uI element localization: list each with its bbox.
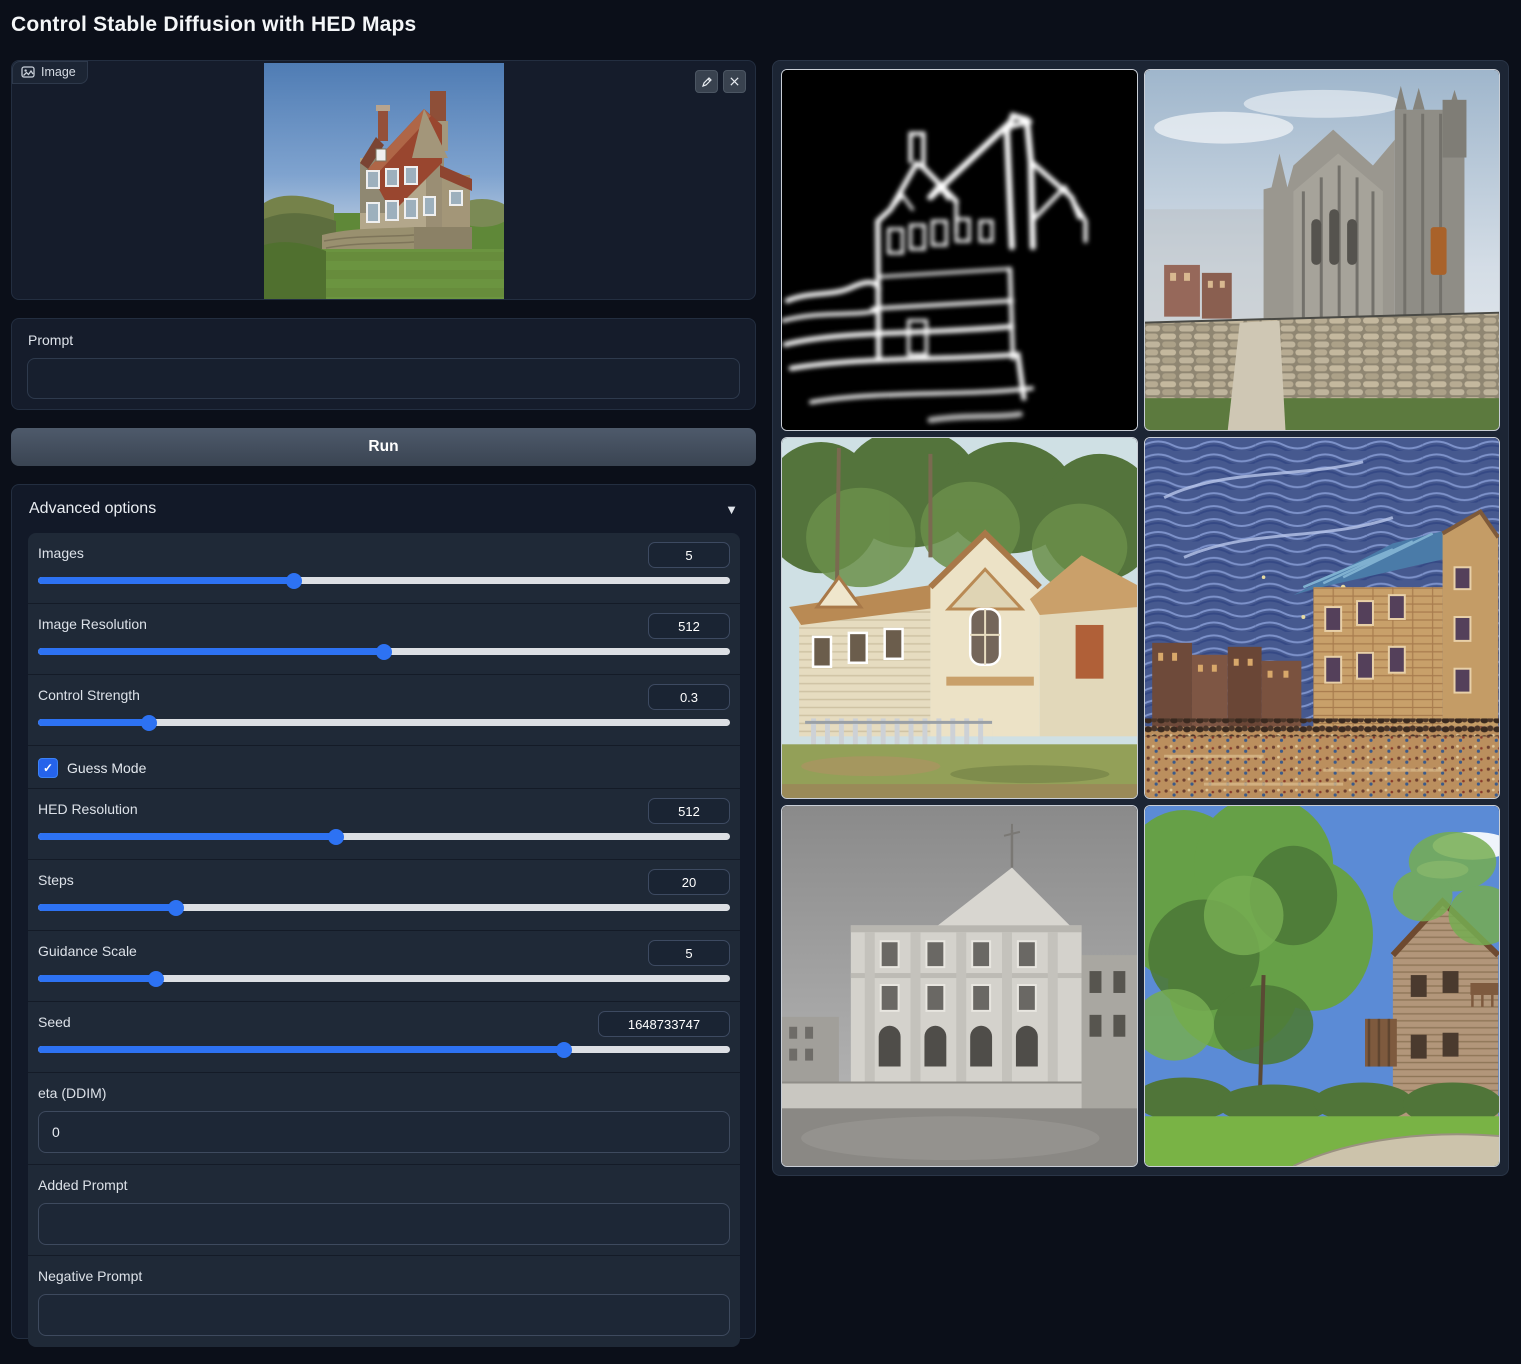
- steps-value-input[interactable]: 20: [648, 869, 730, 895]
- gallery-item-painterly[interactable]: [1144, 437, 1501, 799]
- stone-manor-photo: [264, 63, 504, 299]
- prompt-label: Prompt: [28, 332, 73, 348]
- steps-slider-row: Steps 20: [28, 859, 740, 930]
- control-strength-value-input[interactable]: 0.3: [648, 684, 730, 710]
- guidance-scale-label: Guidance Scale: [38, 943, 137, 959]
- guess-mode-checkbox[interactable]: ✓: [38, 758, 58, 778]
- run-button-label: Run: [368, 438, 398, 456]
- image-resolution-label: Image Resolution: [38, 616, 147, 632]
- seed-slider-row: Seed 1648733747: [28, 1001, 740, 1072]
- hed-resolution-slider-row: HED Resolution 512: [28, 788, 740, 859]
- images-slider-thumb[interactable]: [286, 573, 302, 589]
- image-icon: [21, 65, 35, 79]
- output-gallery: [772, 60, 1509, 1176]
- seed-slider[interactable]: [38, 1046, 730, 1053]
- run-button[interactable]: Run: [11, 428, 756, 466]
- image-input-block: Image: [11, 60, 756, 300]
- image-resolution-slider-thumb[interactable]: [376, 644, 392, 660]
- control-strength-slider-thumb[interactable]: [141, 715, 157, 731]
- seed-value-input[interactable]: 1648733747: [598, 1011, 730, 1037]
- eta-ddim-row: eta (DDIM) 0: [28, 1072, 740, 1164]
- page-title: Control Stable Diffusion with HED Maps: [11, 13, 416, 37]
- guidance-scale-slider-row: Guidance Scale 5: [28, 930, 740, 1001]
- check-icon: ✓: [43, 761, 53, 775]
- image-resolution-slider[interactable]: [38, 648, 730, 655]
- pencil-icon: [701, 76, 713, 88]
- guess-mode-label: Guess Mode: [67, 760, 146, 776]
- eta-ddim-label: eta (DDIM): [38, 1085, 106, 1101]
- negative-prompt-row: Negative Prompt: [28, 1255, 740, 1347]
- hed-map-image: [782, 70, 1137, 430]
- negative-prompt-input[interactable]: [38, 1294, 730, 1336]
- triangle-down-icon: ▼: [725, 502, 738, 517]
- guess-mode-row: ✓ Guess Mode: [28, 745, 740, 788]
- control-strength-label: Control Strength: [38, 687, 140, 703]
- added-prompt-label: Added Prompt: [38, 1177, 128, 1193]
- hed-resolution-value-input[interactable]: 512: [648, 798, 730, 824]
- image-input-label: Image: [41, 65, 76, 79]
- control-strength-slider[interactable]: [38, 719, 730, 726]
- guidance-scale-value-input[interactable]: 5: [648, 940, 730, 966]
- prompt-block: Prompt: [11, 318, 756, 410]
- negative-prompt-label: Negative Prompt: [38, 1268, 142, 1284]
- added-prompt-input[interactable]: [38, 1203, 730, 1245]
- images-slider-row: Images 5: [28, 533, 740, 603]
- images-slider[interactable]: [38, 577, 730, 584]
- clear-image-button[interactable]: [723, 70, 746, 93]
- added-prompt-row: Added Prompt: [28, 1164, 740, 1255]
- hed-resolution-label: HED Resolution: [38, 801, 138, 817]
- hed-resolution-slider[interactable]: [38, 833, 730, 840]
- prompt-input[interactable]: [27, 358, 740, 399]
- gallery-item-monochrome[interactable]: [781, 805, 1138, 1167]
- advanced-options-accordion: Advanced options ▼ Images 5 Image Resolu…: [11, 484, 756, 1339]
- images-label: Images: [38, 545, 84, 561]
- input-image-preview: [264, 63, 504, 299]
- seed-slider-thumb[interactable]: [556, 1042, 572, 1058]
- seed-label: Seed: [38, 1014, 71, 1030]
- image-input-label-tab: Image: [12, 61, 88, 84]
- app-root: Control Stable Diffusion with HED Maps: [0, 0, 1521, 1364]
- painterly-image: [1145, 438, 1500, 798]
- gallery-item-cottage[interactable]: [781, 437, 1138, 799]
- gallery-item-hed-map[interactable]: [781, 69, 1138, 431]
- image-resolution-value-input[interactable]: 512: [648, 613, 730, 639]
- cottage-image: [782, 438, 1137, 798]
- monochrome-image: [782, 806, 1137, 1166]
- gallery-item-overgrown-house[interactable]: [1144, 805, 1501, 1167]
- steps-label: Steps: [38, 872, 74, 888]
- guidance-scale-slider[interactable]: [38, 975, 730, 982]
- image-resolution-slider-row: Image Resolution 512: [28, 603, 740, 674]
- close-icon: [729, 76, 740, 87]
- cathedral-image: [1145, 70, 1500, 430]
- guidance-scale-slider-thumb[interactable]: [148, 971, 164, 987]
- edit-image-button[interactable]: [695, 70, 718, 93]
- image-actions: [695, 70, 746, 93]
- images-value-input[interactable]: 5: [648, 542, 730, 568]
- control-strength-slider-row: Control Strength 0.3: [28, 674, 740, 745]
- overgrown-house-image: [1145, 806, 1500, 1166]
- advanced-options-title: Advanced options: [29, 500, 156, 518]
- steps-slider-thumb[interactable]: [168, 900, 184, 916]
- advanced-options-form: Images 5 Image Resolution 512 Control St…: [28, 533, 740, 1347]
- gallery-item-cathedral[interactable]: [1144, 69, 1501, 431]
- steps-slider[interactable]: [38, 904, 730, 911]
- advanced-options-header[interactable]: Advanced options ▼: [12, 485, 755, 533]
- eta-ddim-input[interactable]: 0: [38, 1111, 730, 1153]
- hed-resolution-slider-thumb[interactable]: [328, 829, 344, 845]
